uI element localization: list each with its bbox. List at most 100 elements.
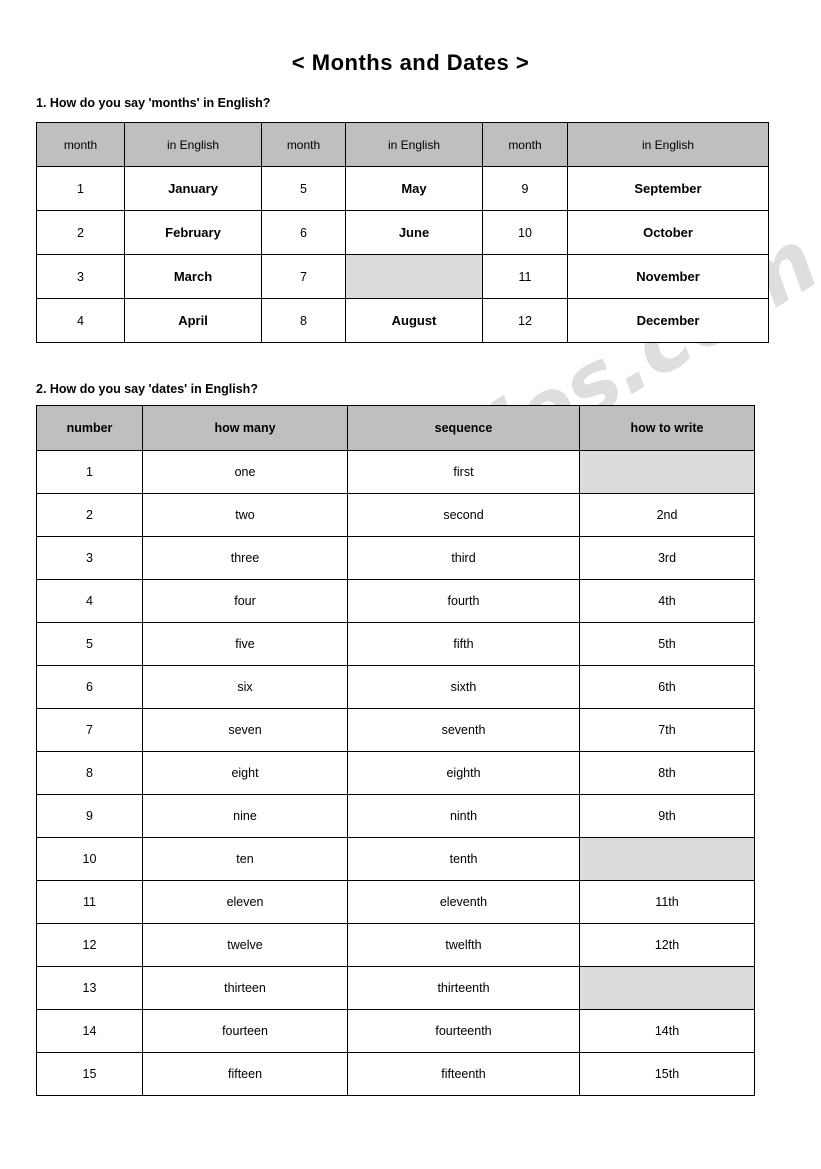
page-title: < Months and Dates > [291,50,530,75]
month-name-r0: January [124,166,262,211]
dates-header-cell-0: number [36,405,143,451]
ordinal-abbrev-r6: 7th [579,708,755,752]
ordinal-word-r14: fifteenth [347,1052,580,1096]
date-number-r3: 4 [36,579,143,623]
ordinal-word-r11: twelfth [347,923,580,967]
ordinal-word-r6: seventh [347,708,580,752]
month-name-r0: May [345,166,483,211]
ordinal-abbrev-r11: 12th [579,923,755,967]
ordinal-word-r5: sixth [347,665,580,709]
table-row: 9 nine ninth 9th [36,794,755,838]
cardinal-word-r11: twelve [142,923,348,967]
ordinal-abbrev-r13: 14th [579,1009,755,1053]
table-row: 7 seven seventh 7th [36,708,755,752]
month-number-r3: 4 [36,298,125,343]
ordinal-word-r0: first [347,450,580,494]
ordinal-abbrev-r14: 15th [579,1052,755,1096]
month-number-r1: 10 [482,210,568,255]
worksheet-page: ESLprintables.com < Months and Dates > 1… [0,0,821,1169]
date-number-r7: 8 [36,751,143,795]
dates-table: number how many sequence how to write 1 one f… [36,405,755,1096]
months-header-cell-3: in English [345,122,483,167]
date-number-r2: 3 [36,536,143,580]
table-row: 11 eleven eleventh 11th [36,880,755,924]
months-header-cell-0: month [36,122,125,167]
table-row: 15 fifteen fifteenth 15th [36,1052,755,1096]
cardinal-word-r14: fifteen [142,1052,348,1096]
ordinal-word-r2: third [347,536,580,580]
month-number-r3: 8 [261,298,346,343]
ordinal-word-r10: eleventh [347,880,580,924]
date-number-r11: 12 [36,923,143,967]
cardinal-word-r0: one [142,450,348,494]
ordinal-abbrev-r3: 4th [579,579,755,623]
ordinal-abbrev-r5: 6th [579,665,755,709]
date-number-r1: 2 [36,493,143,537]
month-name-r3: April [124,298,262,343]
month-number-r1: 6 [261,210,346,255]
question-2-heading: 2. How do you say 'dates' in English? [36,382,258,396]
date-number-r6: 7 [36,708,143,752]
date-number-r5: 6 [36,665,143,709]
month-name-r1: October [567,210,769,255]
cardinal-word-r6: seven [142,708,348,752]
date-number-r0: 1 [36,450,143,494]
ordinal-abbrev-r0[interactable] [579,450,755,494]
month-name-r2[interactable] [345,254,483,299]
ordinal-word-r7: eighth [347,751,580,795]
month-number-r2: 7 [261,254,346,299]
cardinal-word-r7: eight [142,751,348,795]
months-header-cell-4: month [482,122,568,167]
months-header-cell-5: in English [567,122,769,167]
table-row: 8 eight eighth 8th [36,751,755,795]
ordinal-abbrev-r8: 9th [579,794,755,838]
table-row: 10 ten tenth [36,837,755,881]
ordinal-word-r4: fifth [347,622,580,666]
month-number-r1: 2 [36,210,125,255]
ordinal-word-r8: ninth [347,794,580,838]
ordinal-word-r12: thirteenth [347,966,580,1010]
ordinal-abbrev-r4: 5th [579,622,755,666]
table-row: 1 one first [36,450,755,494]
month-number-r3: 12 [482,298,568,343]
months-header-cell-2: month [261,122,346,167]
ordinal-word-r3: fourth [347,579,580,623]
dates-header-cell-2: sequence [347,405,580,451]
month-number-r0: 9 [482,166,568,211]
ordinal-abbrev-r2: 3rd [579,536,755,580]
table-row: 14 fourteen fourteenth 14th [36,1009,755,1053]
dates-header-cell-3: how to write [579,405,755,451]
dates-table-header-row: number how many sequence how to write [36,405,755,451]
table-row: 1 January 5 May 9 September [36,166,769,211]
dates-header-cell-1: how many [142,405,348,451]
cardinal-word-r2: three [142,536,348,580]
months-header-cell-1: in English [124,122,262,167]
cardinal-word-r3: four [142,579,348,623]
months-table-header-row: month in English month in English month in En… [36,122,769,167]
month-number-r0: 1 [36,166,125,211]
table-row: 13 thirteen thirteenth [36,966,755,1010]
date-number-r10: 11 [36,880,143,924]
month-name-r0: September [567,166,769,211]
month-number-r2: 3 [36,254,125,299]
month-name-r1: June [345,210,483,255]
cardinal-word-r5: six [142,665,348,709]
ordinal-word-r9: tenth [347,837,580,881]
table-row: 2 two second 2nd [36,493,755,537]
month-name-r2: November [567,254,769,299]
date-number-r12: 13 [36,966,143,1010]
month-name-r3: August [345,298,483,343]
ordinal-abbrev-r9[interactable] [579,837,755,881]
ordinal-abbrev-r12[interactable] [579,966,755,1010]
date-number-r9: 10 [36,837,143,881]
ordinal-abbrev-r1: 2nd [579,493,755,537]
date-number-r13: 14 [36,1009,143,1053]
table-row: 5 five fifth 5th [36,622,755,666]
cardinal-word-r13: fourteen [142,1009,348,1053]
table-row: 6 six sixth 6th [36,665,755,709]
ordinal-abbrev-r10: 11th [579,880,755,924]
table-row: 3 March 7 11 November [36,254,769,299]
table-row: 2 February 6 June 10 October [36,210,769,255]
table-row: 12 twelve twelfth 12th [36,923,755,967]
date-number-r8: 9 [36,794,143,838]
